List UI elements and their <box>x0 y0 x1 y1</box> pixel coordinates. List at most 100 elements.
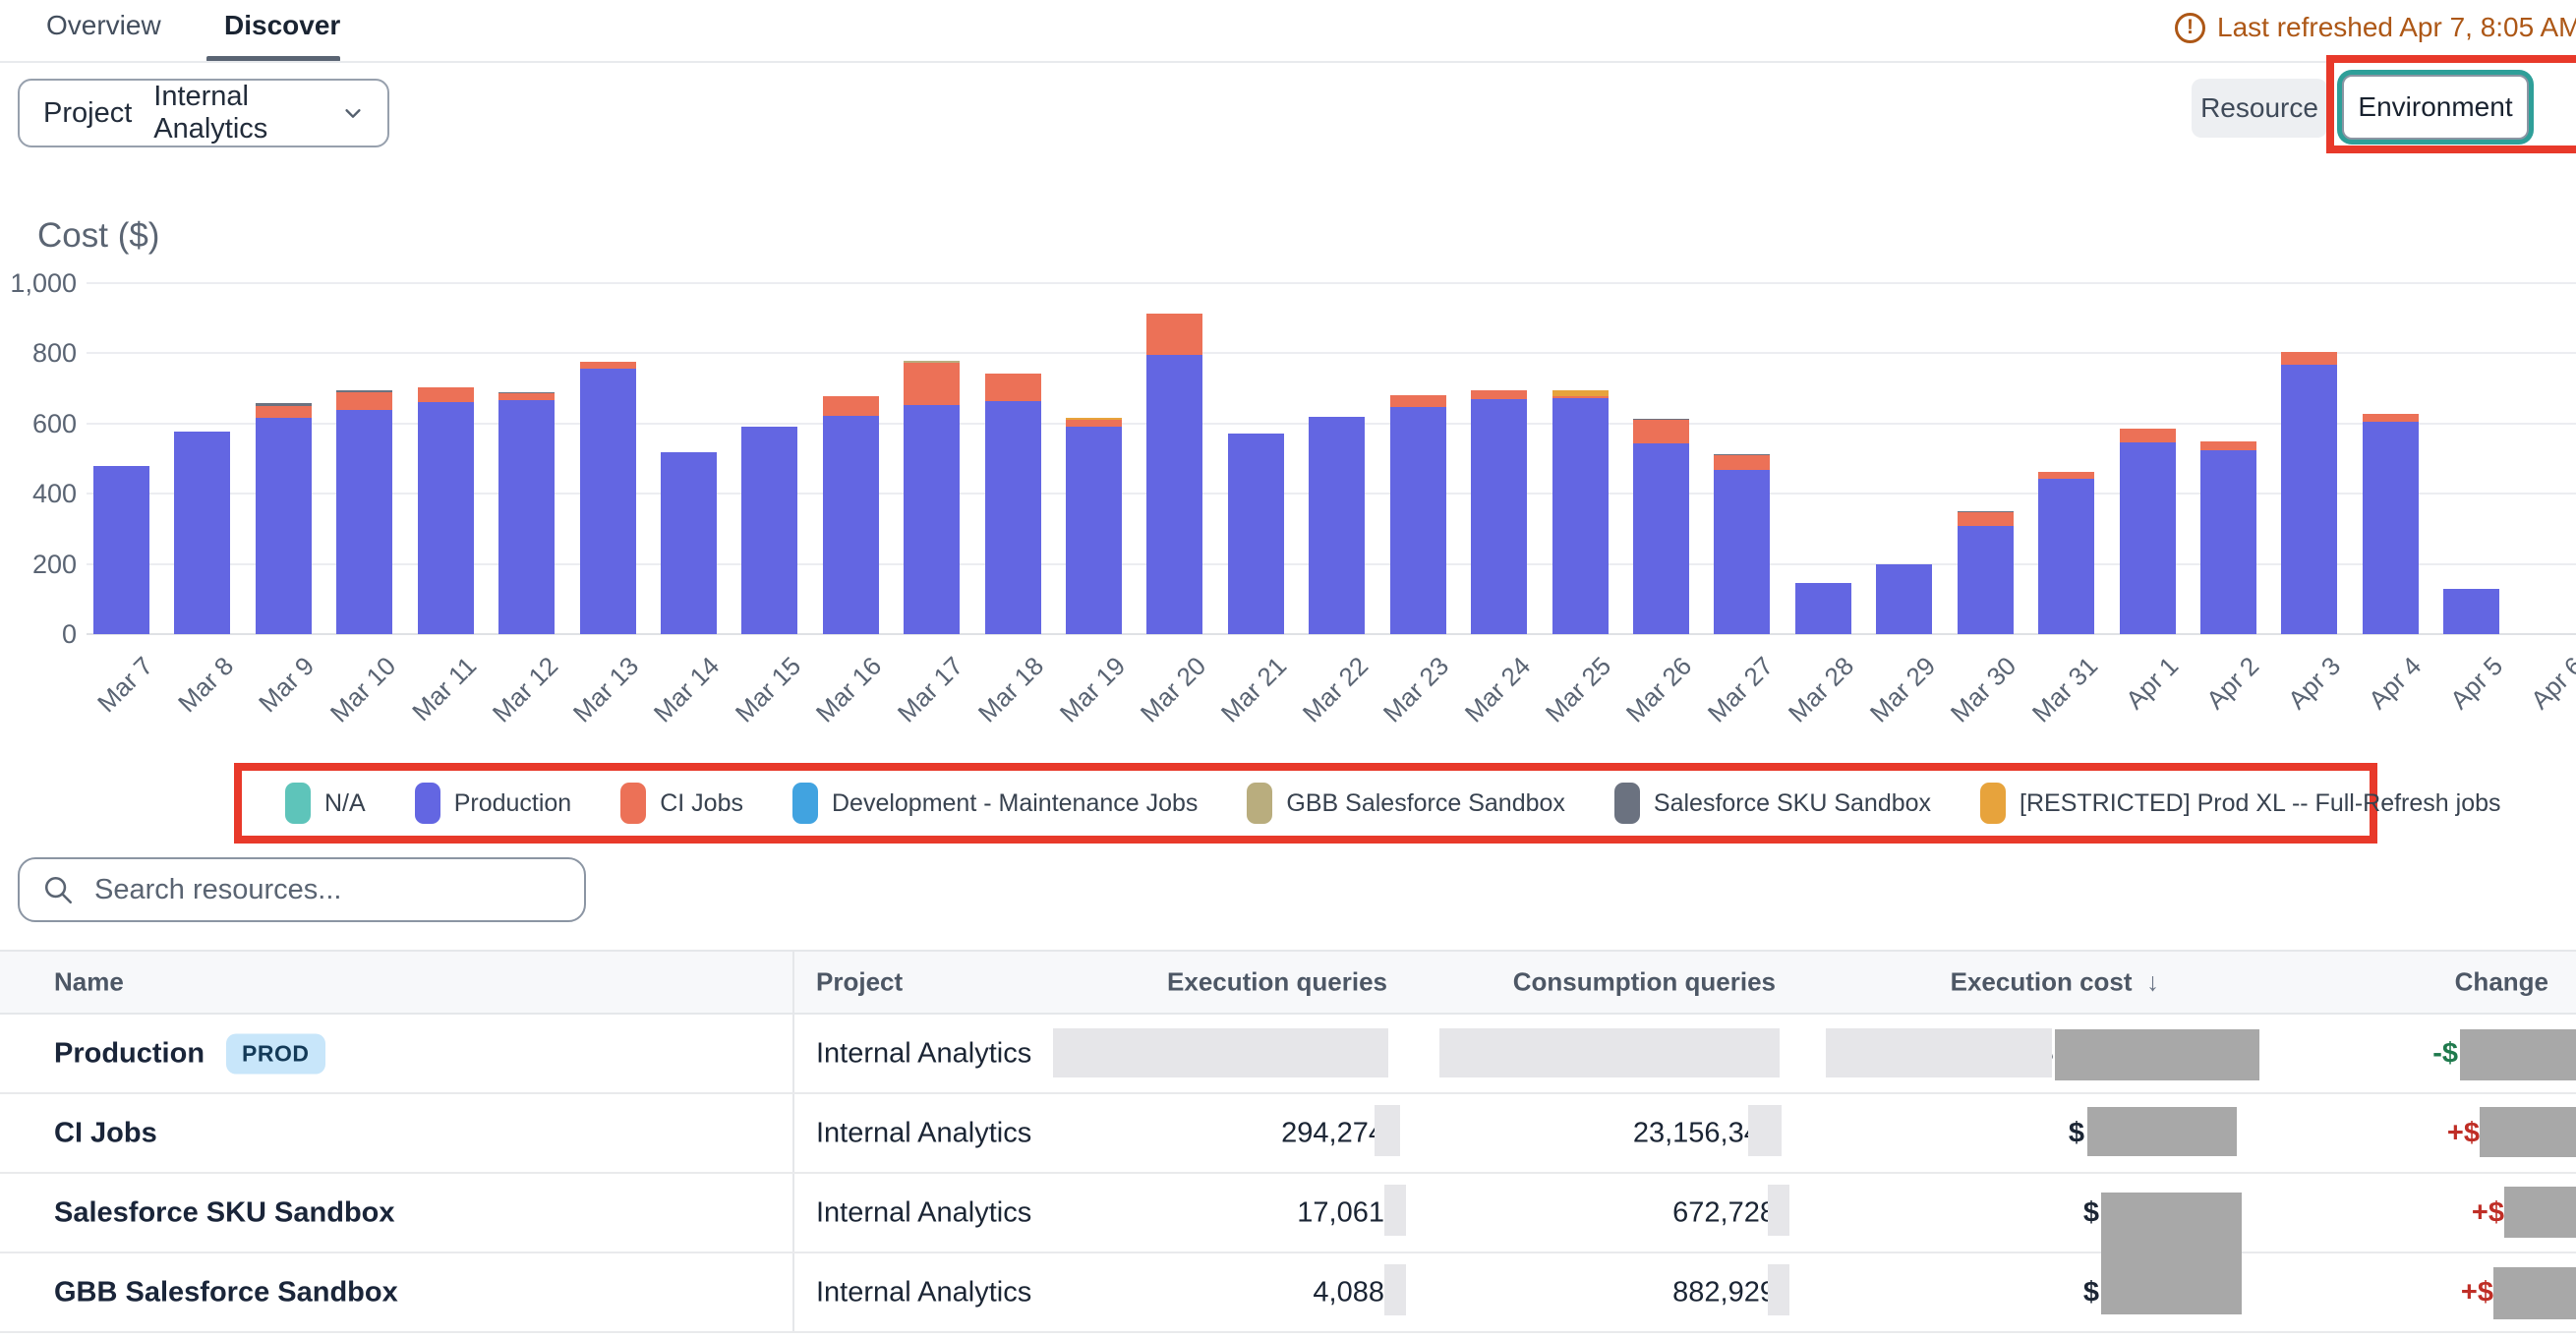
execution-queries-value: 4,088 <box>1313 1276 1384 1309</box>
y-axis-tick-label: 0 <box>0 619 77 650</box>
bar-segment <box>2038 472 2094 479</box>
legend-item[interactable]: [RESTRICTED] Prod XL -- Full-Refresh job… <box>1980 783 2500 824</box>
redaction-overlay <box>2493 1267 2576 1319</box>
annotation-box-chart-legend: N/A Production CI Jobs Development - Mainte… <box>234 763 2377 844</box>
redaction-overlay <box>2504 1187 2576 1238</box>
redaction-overlay <box>2480 1107 2576 1157</box>
legend-label: GBB Salesforce Sandbox <box>1286 789 1565 818</box>
bar-segment <box>1471 399 1527 634</box>
legend-swatch <box>415 783 440 824</box>
legend-swatch <box>792 783 818 824</box>
bar-segment <box>2120 442 2176 634</box>
legend-item[interactable]: GBB Salesforce Sandbox <box>1247 783 1565 824</box>
bar-segment <box>1228 434 1284 634</box>
bar-segment <box>985 374 1041 400</box>
resource-project: Internal Analytics <box>816 1196 1031 1229</box>
bar-segment <box>2200 450 2256 634</box>
bar-segment <box>336 410 392 634</box>
change-value: +$ <box>2447 1117 2480 1149</box>
column-header-change[interactable]: Change <box>2352 967 2548 998</box>
bar-segment <box>1066 418 1122 420</box>
bar-segment <box>2363 414 2419 423</box>
bar-segment <box>1958 511 2014 512</box>
bar-segment <box>2200 441 2256 451</box>
execution-cost-value: $ <box>2069 1117 2084 1149</box>
bar-segment <box>580 362 636 369</box>
legend-label: [RESTRICTED] Prod XL -- Full-Refresh job… <box>2020 789 2500 818</box>
search-input[interactable]: Search resources... <box>18 857 586 922</box>
bar-segment <box>2443 589 2499 634</box>
bar-segment <box>256 406 312 418</box>
column-header-consumption-queries[interactable]: Consumption queries <box>1481 967 1776 998</box>
execution-cost-value: $ <box>2083 1196 2099 1229</box>
legend-item[interactable]: N/A <box>285 783 366 824</box>
legend-swatch <box>1980 783 2006 824</box>
bar-segment <box>1633 420 1689 443</box>
legend-label: CI Jobs <box>660 789 743 818</box>
bar-segment <box>93 466 149 634</box>
sort-desc-arrow-icon: ↓ <box>2146 967 2159 997</box>
legend-label: N/A <box>324 789 366 818</box>
legend-item[interactable]: Salesforce SKU Sandbox <box>1614 783 1931 824</box>
bar-segment <box>256 418 312 634</box>
column-header-name[interactable]: Name <box>54 967 124 998</box>
bar-segment <box>1390 395 1446 407</box>
bar-segment <box>904 405 960 634</box>
bar-segment <box>1958 526 2014 634</box>
gridline <box>87 282 2576 284</box>
change-value: -$ <box>2432 1037 2458 1070</box>
bar-segment <box>2363 422 2419 634</box>
legend-item[interactable]: Development - Maintenance Jobs <box>792 783 1198 824</box>
bar-segment <box>256 403 312 406</box>
bar-segment <box>1714 454 1770 455</box>
legend-swatch <box>1247 783 1272 824</box>
resource-project: Internal Analytics <box>816 1037 1031 1070</box>
bar-segment <box>336 390 392 392</box>
bar-segment <box>498 392 555 393</box>
bar-segment <box>661 452 717 634</box>
execution-queries-value: 17,061 <box>1297 1196 1384 1229</box>
bar-segment <box>1471 390 1527 400</box>
resource-name: ProductionPROD <box>54 1033 325 1074</box>
bar-segment <box>904 363 960 405</box>
bar-segment <box>1309 417 1365 634</box>
bar-segment <box>1066 427 1122 634</box>
legend-label: Salesforce SKU Sandbox <box>1654 789 1931 818</box>
resource-project: Internal Analytics <box>816 1117 1031 1149</box>
change-value: +$ <box>2461 1276 2493 1309</box>
bar-segment <box>1714 455 1770 470</box>
bar-segment <box>336 392 392 410</box>
y-axis-tick-label: 200 <box>0 550 77 580</box>
resource-project: Internal Analytics <box>816 1276 1031 1309</box>
legend-item[interactable]: Production <box>415 783 572 824</box>
bar-segment <box>498 400 555 634</box>
legend-item[interactable]: CI Jobs <box>620 783 743 824</box>
column-header-project[interactable]: Project <box>816 967 903 998</box>
resource-name: Salesforce SKU Sandbox <box>54 1196 395 1229</box>
column-header-execution-cost[interactable]: Execution cost ↓ <box>1864 967 2159 998</box>
column-header-execution-queries[interactable]: Execution queries <box>1092 967 1387 998</box>
legend-label: Development - Maintenance Jobs <box>832 789 1198 818</box>
bar-segment <box>418 387 474 402</box>
bar-segment <box>2281 352 2337 365</box>
bar-segment <box>1066 420 1122 427</box>
redaction-overlay <box>1053 1028 1388 1077</box>
y-axis-tick-label: 800 <box>0 338 77 369</box>
cost-stacked-bar-chart: 1,0008006004002000Mar 7Mar 8Mar 9Mar 10M… <box>0 0 2576 767</box>
bar-segment <box>1552 396 1609 398</box>
bar-segment <box>1146 314 1202 355</box>
bar-segment <box>904 361 960 363</box>
gridline <box>87 352 2576 354</box>
legend-swatch <box>1614 783 1640 824</box>
resource-name: CI Jobs <box>54 1117 157 1149</box>
bar-segment <box>174 432 230 634</box>
redaction-overlay <box>1768 1185 1789 1236</box>
bar-segment <box>823 416 879 634</box>
redaction-overlay <box>2460 1029 2576 1080</box>
y-axis-tick-label: 1,000 <box>0 268 77 299</box>
bar-segment <box>1714 470 1770 634</box>
bar-segment <box>498 393 555 399</box>
bar-segment <box>418 402 474 634</box>
redaction-overlay <box>1748 1105 1782 1156</box>
execution-cost-value: $ <box>2083 1276 2099 1309</box>
